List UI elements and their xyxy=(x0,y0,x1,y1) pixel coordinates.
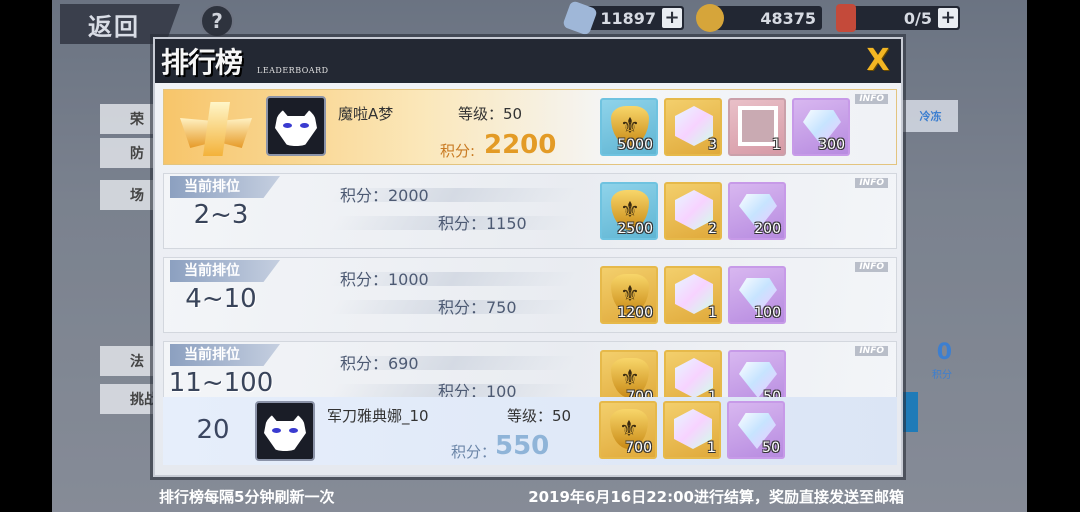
cat-mask-icon xyxy=(264,411,306,451)
rank-row-first: INFO 魔啦A梦 等级：50 积分: 2200 ⚜ 5000 3 1 300 xyxy=(163,89,897,165)
reward-item[interactable]: 3 xyxy=(664,98,722,156)
bg-right-sub: 积分 xyxy=(932,370,952,381)
threshold-high: 积分：1000 xyxy=(340,270,429,289)
reward-list: ⚜ 1200 1 100 xyxy=(600,266,786,324)
reward-item[interactable]: 1 xyxy=(664,266,722,324)
bg-side-item: 场 xyxy=(100,180,160,210)
my-score-value: 550 xyxy=(495,431,550,461)
player-level: 等级：50 xyxy=(458,105,523,123)
threshold-high: 积分：2000 xyxy=(340,186,429,205)
my-player-level: 等级：50 xyxy=(507,407,572,425)
threshold-low: 积分：750 xyxy=(438,298,517,317)
rank-tier-row: INFO 当前排位 2~3 积分：2000 积分：1150 ⚜ 2500 2 2… xyxy=(163,173,897,249)
reward-item[interactable]: 200 xyxy=(728,182,786,240)
info-button[interactable]: INFO xyxy=(855,262,888,272)
first-place-crown-icon xyxy=(180,96,252,162)
bg-side-item: 挑战 xyxy=(100,384,160,414)
background-side-menu: 荣 防 场 法 挑战 xyxy=(100,100,160,500)
settlement-note: 2019年6月16日22:00进行结算，奖励直接发送至邮箱 xyxy=(528,488,904,506)
threshold-high: 积分：690 xyxy=(340,354,419,373)
rank-range: 11~100 xyxy=(168,368,274,398)
reward-item[interactable]: ⚜ 1200 xyxy=(600,266,658,324)
bg-side-item: 法 xyxy=(100,346,160,376)
rank-tier-row: INFO 当前排位 4~10 积分：1000 积分：750 ⚜ 1200 1 1… xyxy=(163,257,897,333)
add-gem-button[interactable]: + xyxy=(662,8,682,28)
avatar[interactable] xyxy=(266,96,326,156)
reward-item[interactable]: ⚜ 2500 xyxy=(600,182,658,240)
cat-mask-icon xyxy=(275,106,317,146)
rank-label: 当前排位 xyxy=(170,260,280,282)
rank-range: 2~3 xyxy=(193,200,249,230)
reward-list: ⚜ 2500 2 200 xyxy=(600,182,786,240)
info-button[interactable]: INFO xyxy=(855,178,888,188)
resource-stamina: 0/5 + xyxy=(836,4,960,32)
modal-header: 排行榜 LEADERBOARD X xyxy=(155,39,901,83)
help-button[interactable]: ? xyxy=(200,4,234,38)
add-stamina-button[interactable]: + xyxy=(938,8,958,28)
close-button[interactable]: X xyxy=(861,43,895,78)
reward-item[interactable]: 2 xyxy=(664,182,722,240)
resource-gem: 11897 + xyxy=(562,0,684,36)
info-button[interactable]: INFO xyxy=(855,346,888,356)
modal-title: 排行榜 xyxy=(161,46,243,79)
bg-side-item: 荣 xyxy=(100,104,160,134)
reward-list: ⚜ 700 1 50 xyxy=(599,401,785,459)
my-score-label: 积分： xyxy=(451,443,497,461)
coin-icon xyxy=(696,4,724,32)
my-rank-row: 20 军刀雅典娜_10 等级：50 积分： 550 ⚜ 700 1 50 xyxy=(163,397,897,465)
reward-item[interactable]: 1 xyxy=(663,401,721,459)
bg-right-label: 冷冻 xyxy=(903,100,958,132)
bg-side-item: 防 xyxy=(100,138,160,168)
rank-label: 当前排位 xyxy=(170,344,280,366)
leaderboard-modal: 排行榜 LEADERBOARD X INFO 魔啦A梦 等级：50 积分: 22… xyxy=(153,37,903,477)
resource-stamina-value: 0/5 xyxy=(903,8,932,28)
score-label: 积分: xyxy=(440,142,476,160)
reward-item[interactable]: ⚜ 5000 xyxy=(600,98,658,156)
threshold-low: 积分：1150 xyxy=(438,214,527,233)
reward-item[interactable]: 50 xyxy=(727,401,785,459)
rank-label: 当前排位 xyxy=(170,176,280,198)
resource-coin-value: 48375 xyxy=(760,8,816,28)
reward-item[interactable]: 100 xyxy=(728,266,786,324)
info-button[interactable]: INFO xyxy=(855,94,888,104)
my-avatar[interactable] xyxy=(255,401,315,461)
score-value: 2200 xyxy=(484,130,557,160)
reward-item[interactable]: 1 xyxy=(728,98,786,156)
reward-item[interactable]: 300 xyxy=(792,98,850,156)
reward-list: ⚜ 5000 3 1 300 xyxy=(600,98,850,156)
refresh-note: 排行榜每隔5分钟刷新一次 xyxy=(159,488,335,506)
resource-gem-value: 11897 xyxy=(600,8,656,28)
reward-item[interactable]: ⚜ 700 xyxy=(599,401,657,459)
modal-subtitle: LEADERBOARD xyxy=(257,66,329,75)
rank-range: 4~10 xyxy=(185,284,257,314)
stamina-icon xyxy=(836,4,856,32)
resource-coin: 48375 xyxy=(696,4,822,32)
my-player-name: 军刀雅典娜_10 xyxy=(327,407,429,425)
player-name: 魔啦A梦 xyxy=(338,105,394,123)
my-rank-number: 20 xyxy=(196,415,230,445)
